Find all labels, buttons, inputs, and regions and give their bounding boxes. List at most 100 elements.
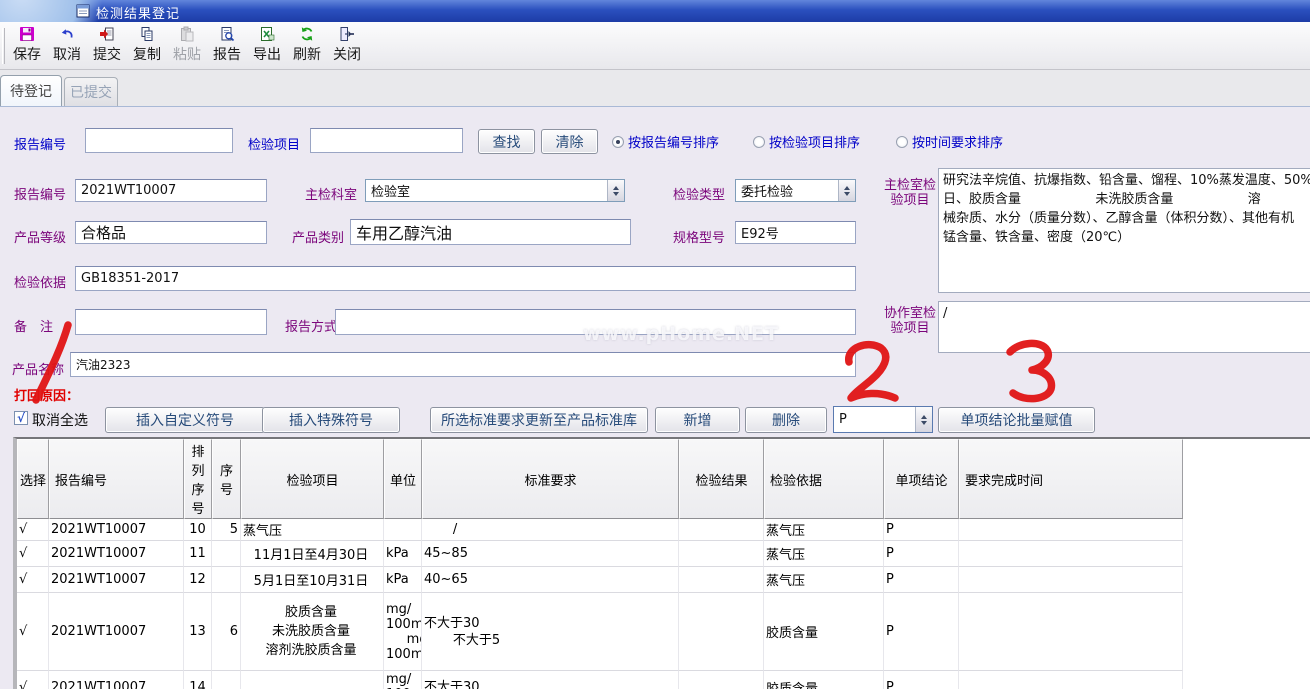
basis-input[interactable]	[75, 266, 856, 291]
search-report-no-input[interactable]	[85, 128, 233, 153]
col-header-report-no[interactable]: 报告编号	[49, 439, 184, 519]
cell-report-no[interactable]: 2021WT10007	[49, 567, 184, 593]
cell-unit[interactable]: kPa	[384, 567, 422, 593]
uncheck-all-checkbox[interactable]: √	[14, 411, 28, 425]
cell-basis[interactable]: 蒸气压	[764, 541, 884, 567]
cell-item[interactable]: 11月1日至4月30日	[241, 541, 384, 567]
cell-result[interactable]	[679, 567, 764, 593]
col-header-basis[interactable]: 检验依据	[764, 439, 884, 519]
table-row[interactable]: √ 2021WT10007 14 mg/ 100mL 不大于30 胶质含量 P	[17, 671, 1310, 689]
sort-by-item-radio[interactable]: 按检验项目排序	[753, 132, 860, 151]
refresh-button[interactable]: 刷新	[287, 23, 327, 69]
cell-time[interactable]	[959, 593, 1183, 671]
cell-std[interactable]: /	[422, 519, 679, 541]
col-header-order-no[interactable]: 排列序号	[184, 439, 212, 519]
col-header-select[interactable]: 选择	[17, 439, 49, 519]
remark-input[interactable]	[75, 309, 267, 335]
table-row[interactable]: √ 2021WT10007 12 5月1日至10月31日 kPa 40~65 蒸…	[17, 567, 1310, 593]
cell-result[interactable]	[679, 519, 764, 541]
combo-dropdown-icon[interactable]	[607, 180, 624, 201]
insert-special-symbol-button[interactable]: 插入特殊符号	[262, 407, 400, 433]
cell-seq[interactable]: 5	[212, 519, 241, 541]
title-bar[interactable]: 检测结果登记	[0, 0, 1310, 22]
export-button[interactable]: 导出	[247, 23, 287, 69]
cell-seq[interactable]: 6	[212, 593, 241, 671]
report-no-input[interactable]	[75, 179, 267, 202]
sort-by-time-radio[interactable]: 按时间要求排序	[896, 132, 1003, 151]
combo-dropdown-icon[interactable]	[915, 407, 932, 432]
cell-conclusion[interactable]: P	[884, 671, 959, 689]
cell-seq[interactable]	[212, 541, 241, 567]
cell-basis[interactable]: 胶质含量	[764, 671, 884, 689]
inspect-type-combo[interactable]: 委托检验	[735, 179, 856, 202]
cell-std[interactable]: 不大于30 不大于5	[422, 593, 679, 671]
cell-item[interactable]	[241, 671, 384, 689]
cell-std[interactable]: 不大于30	[422, 671, 679, 689]
row-check[interactable]: √	[17, 593, 49, 671]
cell-report-no[interactable]: 2021WT10007	[49, 519, 184, 541]
table-row[interactable]: √ 2021WT10007 10 5 蒸气压 / 蒸气压 P	[17, 519, 1310, 541]
main-room-items-textarea[interactable]: 研究法辛烷值、抗爆指数、铅含量、馏程、10%蒸发温度、50%蒸 日、胶质含量 未…	[938, 168, 1310, 293]
cell-basis[interactable]: 蒸气压	[764, 519, 884, 541]
cell-unit[interactable]: mg/ 100mL mg/ 100mL	[384, 593, 422, 671]
cell-item[interactable]: 胶质含量 未洗胶质含量 溶剂洗胶质含量	[241, 593, 384, 671]
cell-order-no[interactable]: 11	[184, 541, 212, 567]
cell-seq[interactable]	[212, 567, 241, 593]
product-name-input[interactable]	[70, 352, 856, 377]
cell-basis[interactable]: 蒸气压	[764, 567, 884, 593]
cell-std[interactable]: 45~85	[422, 541, 679, 567]
cell-time[interactable]	[959, 567, 1183, 593]
table-row[interactable]: √ 2021WT10007 13 6 胶质含量 未洗胶质含量 溶剂洗胶质含量 m…	[17, 593, 1310, 671]
cell-conclusion[interactable]: P	[884, 593, 959, 671]
close-button[interactable]: 关闭	[327, 23, 367, 69]
cell-order-no[interactable]: 14	[184, 671, 212, 689]
save-button[interactable]: 保存	[7, 23, 47, 69]
tab-pending[interactable]: 待登记	[0, 75, 62, 106]
delete-row-button[interactable]: 删除	[745, 407, 827, 433]
cell-time[interactable]	[959, 671, 1183, 689]
cell-result[interactable]	[679, 671, 764, 689]
conclusion-combo[interactable]: P	[833, 406, 933, 433]
row-check[interactable]: √	[17, 567, 49, 593]
cell-unit[interactable]: mg/ 100mL	[384, 671, 422, 689]
tab-submitted[interactable]: 已提交	[64, 77, 118, 106]
cell-report-no[interactable]: 2021WT10007	[49, 593, 184, 671]
spec-input[interactable]	[735, 221, 856, 244]
col-header-unit[interactable]: 单位	[384, 439, 422, 519]
col-header-std[interactable]: 标准要求	[422, 439, 679, 519]
cell-basis[interactable]: 胶质含量	[764, 593, 884, 671]
cancel-button[interactable]: 取消	[47, 23, 87, 69]
cell-order-no[interactable]: 12	[184, 567, 212, 593]
col-header-conclusion[interactable]: 单项结论	[884, 439, 959, 519]
cell-time[interactable]	[959, 519, 1183, 541]
table-row[interactable]: √ 2021WT10007 11 11月1日至4月30日 kPa 45~85 蒸…	[17, 541, 1310, 567]
report-button[interactable]: 报告	[207, 23, 247, 69]
cell-time[interactable]	[959, 541, 1183, 567]
cell-item[interactable]: 5月1日至10月31日	[241, 567, 384, 593]
copy-button[interactable]: 复制	[127, 23, 167, 69]
cell-conclusion[interactable]: P	[884, 541, 959, 567]
cell-seq[interactable]	[212, 671, 241, 689]
cell-order-no[interactable]: 13	[184, 593, 212, 671]
col-header-result[interactable]: 检验结果	[679, 439, 764, 519]
cell-report-no[interactable]: 2021WT10007	[49, 541, 184, 567]
cell-unit[interactable]	[384, 519, 422, 541]
sort-by-report-no-radio[interactable]: 按报告编号排序	[612, 132, 719, 151]
cell-result[interactable]	[679, 593, 764, 671]
find-button[interactable]: 查找	[478, 129, 535, 154]
cell-report-no[interactable]: 2021WT10007	[49, 671, 184, 689]
col-header-seq[interactable]: 序号	[212, 439, 241, 519]
cell-conclusion[interactable]: P	[884, 567, 959, 593]
add-row-button[interactable]: 新增	[655, 407, 740, 433]
coop-room-items-textarea[interactable]: /	[938, 301, 1310, 353]
row-check[interactable]: √	[17, 671, 49, 689]
cell-order-no[interactable]: 10	[184, 519, 212, 541]
main-dept-combo[interactable]: 检验室	[365, 179, 625, 202]
row-check[interactable]: √	[17, 519, 49, 541]
clear-button[interactable]: 清除	[541, 129, 598, 154]
row-check[interactable]: √	[17, 541, 49, 567]
category-input[interactable]	[350, 219, 631, 245]
cell-std[interactable]: 40~65	[422, 567, 679, 593]
col-header-time[interactable]: 要求完成时间	[959, 439, 1183, 519]
cell-result[interactable]	[679, 541, 764, 567]
